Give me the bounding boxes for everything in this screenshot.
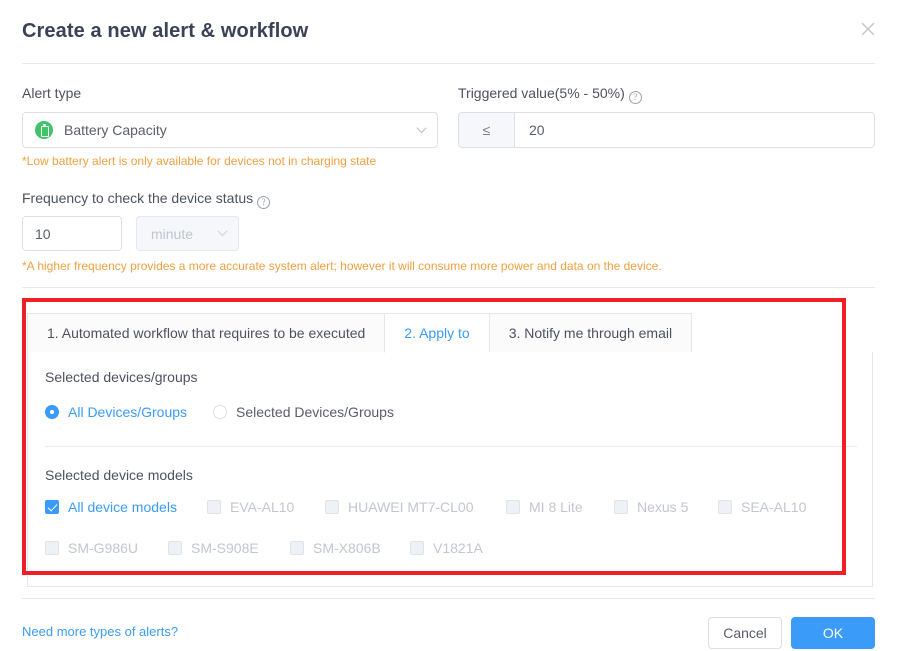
checkbox-mark-icon: [718, 500, 732, 514]
frequency-label-text: Frequency to check the device status: [22, 190, 254, 206]
divider-panel: [45, 446, 857, 447]
ok-button[interactable]: OK: [791, 617, 875, 649]
divider-header: [22, 63, 875, 64]
tab-notify-email[interactable]: 3. Notify me through email: [488, 313, 693, 353]
checkbox-eva-al10[interactable]: EVA-AL10: [207, 499, 294, 515]
checkbox-label: EVA-AL10: [230, 499, 295, 515]
checkbox-label: V1821A: [433, 540, 483, 556]
battery-icon: [35, 121, 53, 139]
checkbox-nexus-5[interactable]: Nexus 5: [614, 499, 688, 515]
chevron-down-icon: [217, 230, 228, 237]
checkbox-mark-icon: [325, 500, 339, 514]
frequency-input[interactable]: [22, 216, 122, 251]
checkbox-label: All device models: [68, 499, 177, 515]
checkbox-mark-icon: [290, 541, 304, 555]
triggered-value-label: Triggered value(5% - 50%)?: [458, 85, 642, 104]
workflow-tabs: 1. Automated workflow that requires to b…: [27, 313, 873, 353]
checkbox-mark-icon: [45, 500, 59, 514]
question-mark-icon[interactable]: ?: [628, 91, 642, 104]
checkbox-sea-al10[interactable]: SEA-AL10: [718, 499, 806, 515]
checkbox-sm-s908e[interactable]: SM-S908E: [168, 540, 259, 556]
checkbox-v1821a[interactable]: V1821A: [410, 540, 483, 556]
alert-type-warning: *Low battery alert is only available for…: [22, 154, 377, 168]
create-alert-dialog: Create a new alert & workflow Alert type…: [0, 0, 897, 651]
divider-footer: [22, 598, 875, 599]
frequency-unit-select: minute: [136, 216, 239, 251]
triggered-value-input[interactable]: [515, 113, 874, 147]
apply-to-panel: Selected devices/groups All Devices/Grou…: [27, 352, 873, 587]
checkbox-mark-icon: [207, 500, 221, 514]
radio-selected-devices-groups[interactable]: Selected Devices/Groups: [213, 404, 394, 420]
checkbox-huawei-mt7-cl00[interactable]: HUAWEI MT7-CL00: [325, 499, 474, 515]
radio-all-devices-groups[interactable]: All Devices/Groups: [45, 404, 187, 420]
checkbox-label: MI 8 Lite: [529, 499, 583, 515]
alert-type-select[interactable]: Battery Capacity: [22, 112, 438, 148]
checkbox-label: SM-X806B: [313, 540, 381, 556]
radio-mark-icon: [213, 405, 227, 419]
tab-automated-workflow[interactable]: 1. Automated workflow that requires to b…: [27, 313, 386, 353]
chevron-down-icon: [416, 126, 427, 134]
checkbox-label: HUAWEI MT7-CL00: [348, 499, 474, 515]
alert-type-label: Alert type: [22, 85, 82, 101]
checkbox-sm-x806b[interactable]: SM-X806B: [290, 540, 381, 556]
close-icon[interactable]: [857, 18, 879, 40]
radio-label: All Devices/Groups: [68, 404, 188, 420]
checkbox-label: SEA-AL10: [741, 499, 807, 515]
frequency-unit-value: minute: [151, 225, 194, 242]
divider-middle: [22, 287, 875, 288]
checkbox-mark-icon: [410, 541, 424, 555]
frequency-label: Frequency to check the device status?: [22, 190, 271, 209]
frequency-warning: *A higher frequency provides a more accu…: [22, 259, 662, 273]
alert-type-value: Battery Capacity: [64, 122, 167, 138]
need-more-alerts-link[interactable]: Need more types of alerts?: [22, 624, 178, 639]
checkbox-sm-g986u[interactable]: SM-G986U: [45, 540, 138, 556]
checkbox-label: SM-G986U: [68, 540, 139, 556]
triggered-value-label-text: Triggered value(5% - 50%): [458, 85, 625, 101]
checkbox-mark-icon: [614, 500, 628, 514]
question-mark-icon[interactable]: ?: [257, 196, 271, 209]
tab-apply-to[interactable]: 2. Apply to: [384, 313, 490, 353]
checkbox-mark-icon: [168, 541, 182, 555]
cancel-button[interactable]: Cancel: [708, 617, 782, 649]
page-title: Create a new alert & workflow: [22, 20, 309, 42]
triggered-value-operator[interactable]: ≤: [459, 113, 515, 147]
selected-device-models-label: Selected device models: [45, 467, 193, 483]
checkbox-all-device-models[interactable]: All device models: [45, 499, 177, 515]
checkbox-label: Nexus 5: [637, 499, 689, 515]
triggered-value-field: ≤: [458, 112, 875, 148]
selected-devices-groups-label: Selected devices/groups: [45, 369, 198, 385]
checkbox-mi-8-lite[interactable]: MI 8 Lite: [506, 499, 583, 515]
checkbox-mark-icon: [506, 500, 520, 514]
radio-label: Selected Devices/Groups: [236, 404, 394, 420]
radio-mark-icon: [45, 405, 59, 419]
checkbox-mark-icon: [45, 541, 59, 555]
checkbox-label: SM-S908E: [191, 540, 259, 556]
